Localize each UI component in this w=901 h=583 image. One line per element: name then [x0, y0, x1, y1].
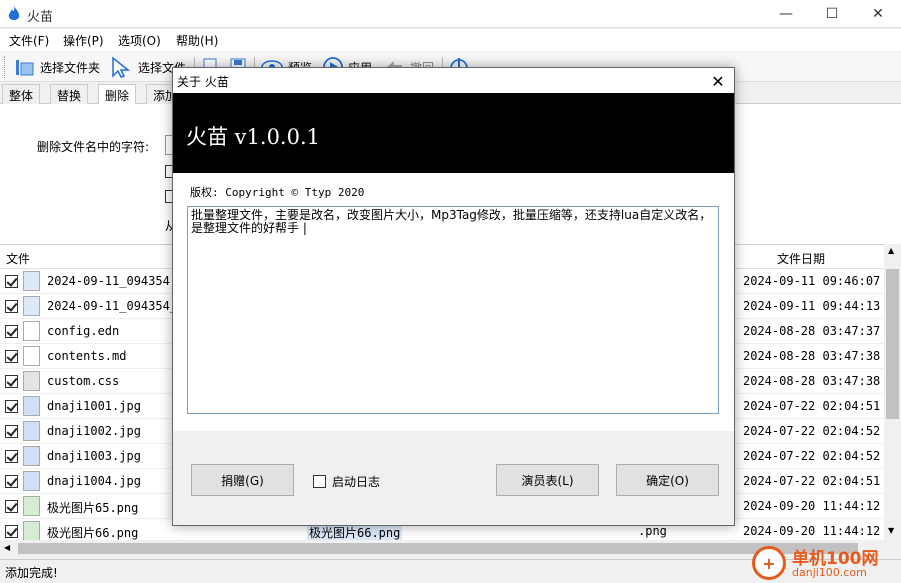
select-folder-button[interactable]: 选择文件夹	[14, 55, 100, 79]
file-name: config.edn	[47, 324, 120, 338]
row-checkbox[interactable]	[5, 450, 18, 463]
folder-icon	[16, 60, 34, 76]
row-checkbox[interactable]	[5, 275, 18, 288]
horizontal-scroll-thumb[interactable]	[18, 543, 858, 554]
flame-icon	[8, 6, 20, 20]
scroll-left-icon[interactable]: ◀	[4, 543, 10, 552]
donate-button[interactable]: 捐赠(G)	[191, 464, 294, 496]
scroll-up-icon[interactable]: ▲	[888, 246, 894, 255]
file-icon	[23, 321, 40, 341]
cursor-file-icon	[112, 56, 131, 78]
menu-bar: 文件(F) 操作(P) 选项(O) 帮助(H)	[0, 29, 901, 51]
file-date: 2024-09-11 09:46:07	[743, 274, 881, 288]
maximize-button[interactable]: ☐	[809, 0, 855, 28]
file-icon	[23, 346, 40, 366]
file-date: 2024-08-28 03:47:38	[743, 374, 881, 388]
png-file-icon	[23, 496, 40, 516]
tab-replace[interactable]: 替换	[50, 84, 89, 104]
row-checkbox[interactable]	[5, 300, 18, 313]
dialog-title: 关于 火苗	[177, 75, 229, 89]
file-date: 2024-08-28 03:47:38	[743, 349, 881, 363]
file-name: 极光图片66.png	[47, 526, 139, 540]
title-bar: 火苗 — ☐ ✕	[0, 0, 901, 28]
file-name: dnaji1002.jpg	[47, 424, 141, 438]
copyright-text: 版权: Copyright © Ttyp 2020	[190, 186, 365, 199]
image-file-icon	[23, 271, 40, 291]
minimize-button[interactable]: —	[763, 0, 809, 28]
enable-log-label: 启动日志	[332, 475, 381, 489]
image-file-icon	[23, 396, 40, 416]
file-date: 2024-07-22 02:04:52	[743, 424, 881, 438]
row-checkbox[interactable]	[5, 475, 18, 488]
dialog-footer: 捐赠(G) 启动日志 演员表(L) 确定(O)	[173, 431, 734, 525]
row-checkbox[interactable]	[5, 350, 18, 363]
file-date: 2024-09-11 09:44:13	[743, 299, 881, 313]
column-file-date[interactable]: 文件日期	[777, 250, 825, 267]
window-title: 火苗	[27, 10, 54, 25]
column-file[interactable]: 文件	[6, 250, 30, 267]
file-date: 2024-07-22 02:04:51	[743, 399, 881, 413]
dialog-body: 版权: Copyright © Ttyp 2020 批量整理文件，主要是改名，改…	[173, 173, 734, 431]
menu-file[interactable]: 文件(F)	[9, 32, 49, 49]
tab-overall[interactable]: 整体	[2, 84, 41, 104]
dialog-banner: 火苗 v1.0.0.1	[173, 93, 734, 173]
plus-logo-icon: +	[752, 546, 786, 580]
new-file-name: 极光图片66.png	[307, 524, 403, 541]
image-file-icon	[23, 446, 40, 466]
enable-log-option[interactable]: 启动日志	[313, 473, 380, 490]
file-name: 极光图片65.png	[47, 501, 139, 515]
file-date: 2024-09-20 11:44:12	[743, 499, 881, 513]
description-textarea[interactable]: 批量整理文件，主要是改名，改变图片大小，Mp3Tag修改，批量压缩等，还支持lu…	[187, 206, 719, 414]
vertical-scrollbar[interactable]: ▲ ▼	[884, 244, 901, 540]
site-watermark: + 单机100网 danji100.com	[752, 544, 901, 582]
menu-operation[interactable]: 操作(P)	[63, 32, 104, 49]
ok-button[interactable]: 确定(O)	[616, 464, 719, 496]
row-checkbox[interactable]	[5, 500, 18, 513]
dialog-close-icon[interactable]: ✕	[704, 70, 732, 92]
row-checkbox[interactable]	[5, 425, 18, 438]
file-name: dnaji1001.jpg	[47, 399, 141, 413]
image-file-icon	[23, 471, 40, 491]
file-date: 2024-07-22 02:04:52	[743, 449, 881, 463]
image-file-icon	[23, 421, 40, 441]
row-checkbox[interactable]	[5, 375, 18, 388]
tab-delete[interactable]: 删除	[98, 84, 137, 105]
select-folder-label: 选择文件夹	[40, 60, 101, 75]
credits-button[interactable]: 演员表(L)	[496, 464, 599, 496]
status-text: 添加完成!	[5, 566, 58, 580]
file-name: dnaji1004.jpg	[47, 474, 141, 488]
row-checkbox[interactable]	[5, 400, 18, 413]
scroll-down-icon[interactable]: ▼	[888, 526, 894, 535]
watermark-subtext: danji100.com	[792, 566, 867, 579]
toolbar-grip	[4, 56, 7, 78]
file-date: 2024-08-28 03:47:37	[743, 324, 881, 338]
menu-help[interactable]: 帮助(H)	[176, 32, 218, 49]
delete-chars-label: 删除文件名中的字符:	[37, 140, 150, 154]
version-title: 火苗 v1.0.0.1	[186, 125, 321, 149]
close-button[interactable]: ✕	[855, 0, 901, 28]
vertical-scroll-thumb[interactable]	[886, 269, 899, 419]
file-ext: .png	[638, 524, 667, 538]
row-checkbox[interactable]	[5, 325, 18, 338]
file-name: contents.md	[47, 349, 127, 363]
css-file-icon	[23, 371, 40, 391]
file-name: custom.css	[47, 374, 120, 388]
dialog-title-bar: 关于 火苗 ✕	[173, 68, 734, 93]
enable-log-checkbox[interactable]	[313, 475, 326, 488]
menu-options[interactable]: 选项(O)	[118, 32, 161, 49]
file-date: 2024-09-20 11:44:12	[743, 524, 881, 538]
about-dialog: 关于 火苗 ✕ 火苗 v1.0.0.1 版权: Copyright © Ttyp…	[172, 67, 735, 526]
row-checkbox[interactable]	[5, 525, 18, 538]
image-file-icon	[23, 296, 40, 316]
png-file-icon	[23, 521, 40, 541]
file-date: 2024-07-22 02:04:51	[743, 474, 881, 488]
file-name: dnaji1003.jpg	[47, 449, 141, 463]
